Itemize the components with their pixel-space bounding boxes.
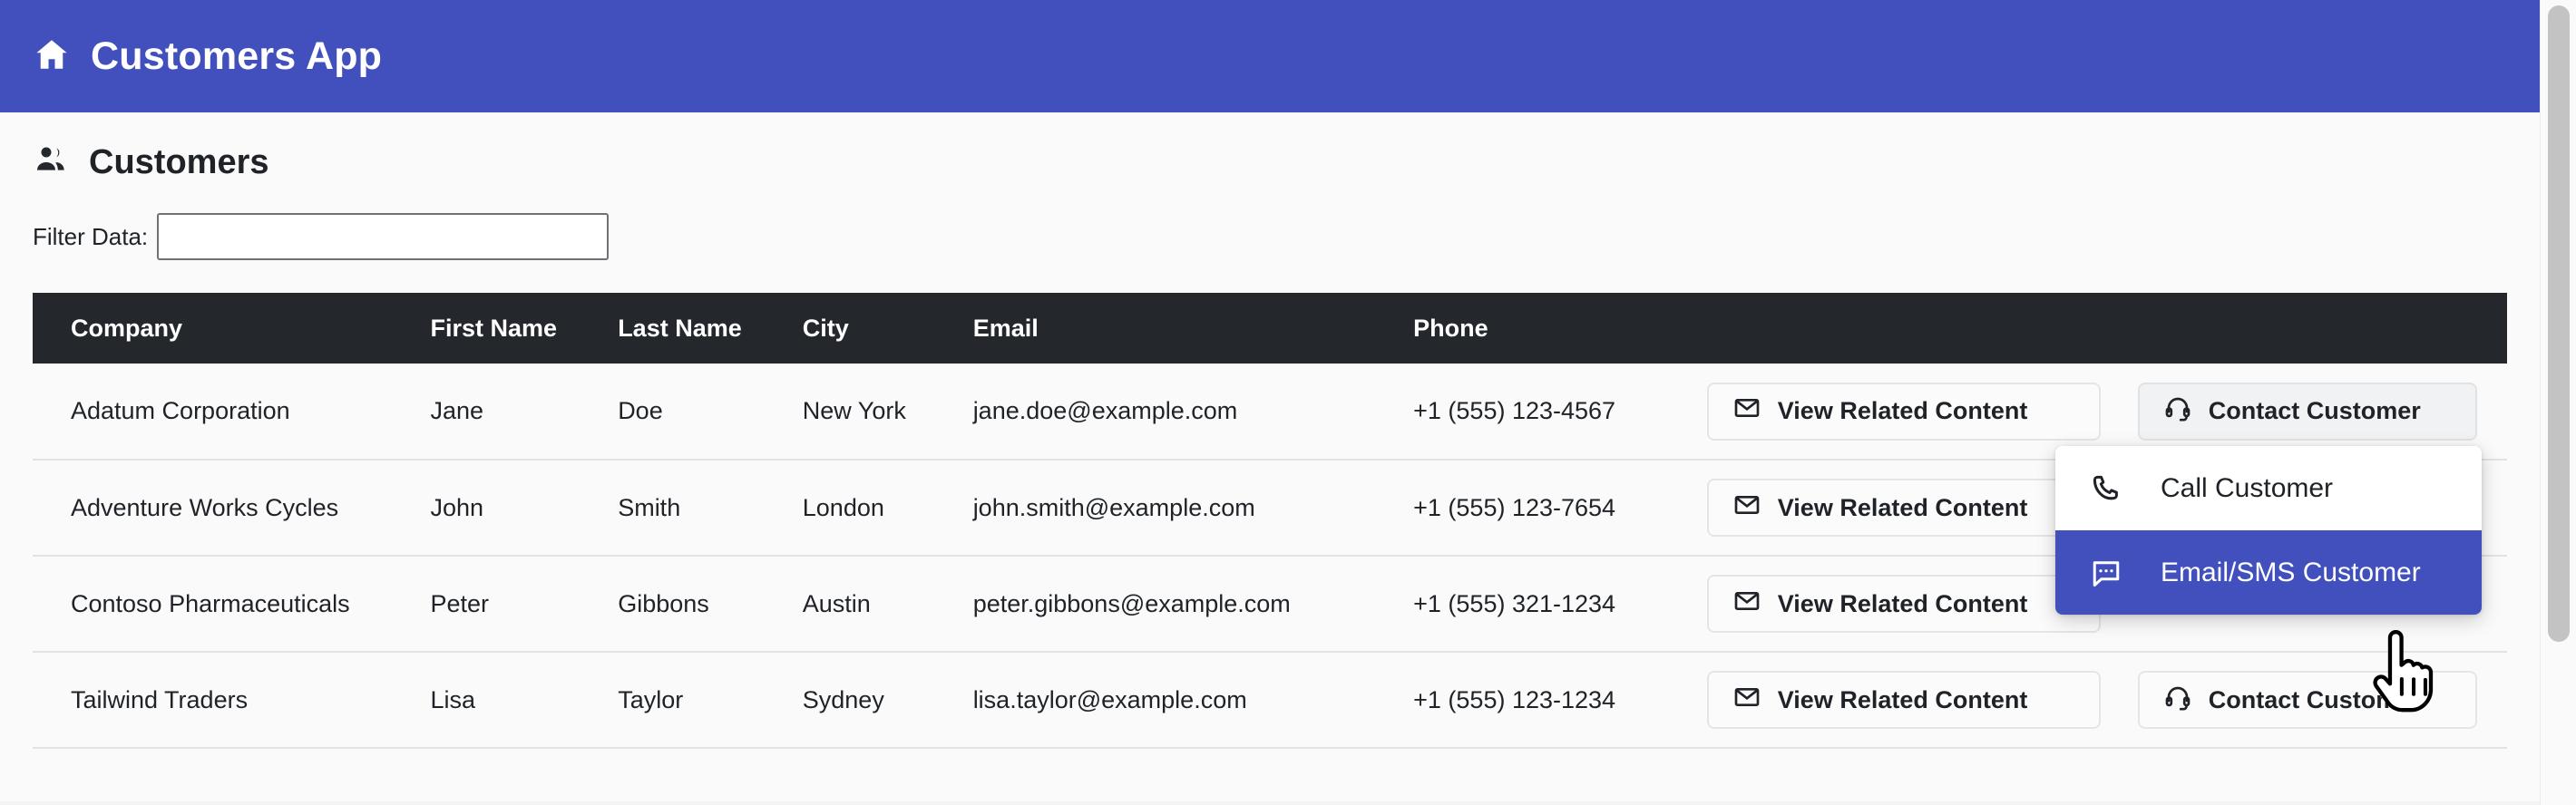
table-row: Tailwind Traders Lisa Taylor Sydney lisa… [33,652,2507,749]
envelope-icon [1732,587,1761,622]
column-header-company[interactable]: Company [33,293,431,364]
cell-city: Austin [802,556,973,653]
cell-city: Sydney [802,652,973,749]
cell-view-related-content: View Related Content [1706,652,2138,749]
filter-row: Filter Data: [33,213,2507,260]
view-related-content-button[interactable]: View Related Content [1706,671,2101,729]
contact-customer-button[interactable]: Contact Customer [2137,382,2477,441]
cell-company: Tailwind Traders [33,652,431,749]
contact-customer-dropdown-menu: Call Customer Email/SMS Customer [2055,446,2482,615]
view-related-content-label: View Related Content [1777,589,2028,617]
vertical-scrollbar-thumb[interactable] [2548,5,2570,642]
view-related-content-button[interactable]: View Related Content [1706,575,2101,633]
menu-item-email-sms-customer[interactable]: Email/SMS Customer [2055,530,2482,615]
headset-icon [2163,393,2192,429]
column-header-actions-1 [1706,293,2138,364]
column-header-phone[interactable]: Phone [1413,293,1707,364]
cell-phone: +1 (555) 123-1234 [1413,652,1707,749]
cell-first-name: John [430,460,619,557]
cell-email: peter.gibbons@example.com [972,556,1414,653]
cell-email: lisa.taylor@example.com [972,652,1414,749]
column-header-actions-2 [2137,293,2507,364]
cell-company: Adventure Works Cycles [33,460,431,557]
cell-email: john.smith@example.com [972,460,1414,557]
table-header: Company First Name Last Name City Email … [33,293,2507,364]
column-header-city[interactable]: City [802,293,973,364]
view-related-content-button[interactable]: View Related Content [1706,479,2101,537]
app-header-bar: Customers App [0,0,2540,112]
cell-company: Contoso Pharmaceuticals [33,556,431,653]
cell-last-name: Smith [618,460,803,557]
phone-icon [2090,472,2126,505]
cell-last-name: Doe [618,364,803,461]
cell-first-name: Jane [430,364,619,461]
cell-phone: +1 (555) 321-1234 [1413,556,1707,653]
filter-input[interactable] [157,213,610,260]
table-header-row: Company First Name Last Name City Email … [33,293,2507,364]
cell-phone: +1 (555) 123-7654 [1413,460,1707,557]
home-icon[interactable] [33,35,71,78]
envelope-icon [1732,683,1761,718]
cell-first-name: Peter [430,556,619,653]
column-header-first-name[interactable]: First Name [430,293,619,364]
cell-phone: +1 (555) 123-4567 [1413,364,1707,461]
menu-item-label: Call Customer [2161,472,2334,503]
view-related-content-button[interactable]: View Related Content [1706,382,2101,441]
menu-item-call-customer[interactable]: Call Customer [2055,446,2482,530]
cell-company: Adatum Corporation [33,364,431,461]
page-title: Customers [89,142,269,181]
chat-bubble-icon [2090,557,2126,589]
vertical-scrollbar-track[interactable] [2540,0,2576,805]
view-related-content-label: View Related Content [1777,685,2028,713]
contact-customer-label: Contact Customer [2208,397,2421,424]
customers-app-window: Customers App Customers Filter Data: Com… [0,0,2576,805]
section-header: Customers [33,112,2507,182]
page-bottom-edge [0,801,2540,805]
view-related-content-label: View Related Content [1777,493,2028,521]
contact-customer-label: Contact Customer [2208,685,2421,713]
filter-label: Filter Data: [33,222,149,250]
cell-city: London [802,460,973,557]
cell-last-name: Gibbons [618,556,803,653]
people-icon [33,141,69,182]
cell-city: New York [802,364,973,461]
column-header-email[interactable]: Email [972,293,1414,364]
cell-contact-customer: Contact Customer [2137,652,2507,749]
cell-last-name: Taylor [618,652,803,749]
headset-icon [2163,683,2192,718]
cell-first-name: Lisa [430,652,619,749]
cell-email: jane.doe@example.com [972,364,1414,461]
menu-item-label: Email/SMS Customer [2161,557,2421,587]
envelope-icon [1732,393,1761,429]
view-related-content-label: View Related Content [1777,397,2028,424]
app-title: Customers App [91,34,383,78]
envelope-icon [1732,490,1761,526]
column-header-last-name[interactable]: Last Name [618,293,803,364]
contact-customer-button[interactable]: Contact Customer [2137,671,2477,729]
